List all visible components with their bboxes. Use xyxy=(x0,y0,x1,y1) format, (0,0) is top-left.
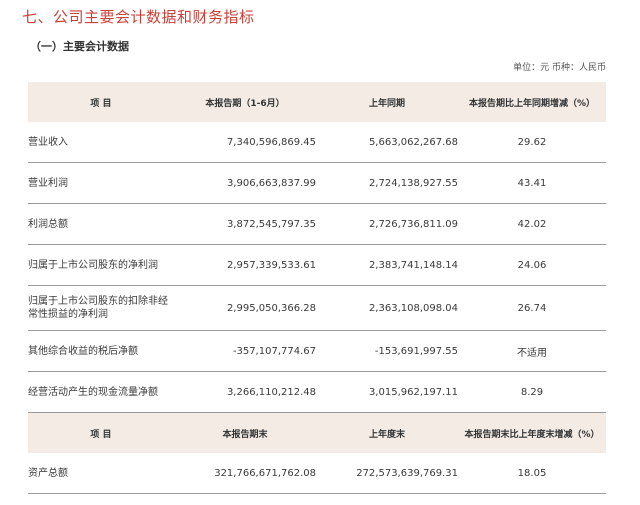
table-row: 利润总额 3,872,545,797.35 2,726,736,811.09 4… xyxy=(28,203,606,245)
change-value: 26.74 xyxy=(458,285,606,331)
change-value: 不适用 xyxy=(458,330,606,372)
prior-value: 2,724,138,927.55 xyxy=(316,162,458,204)
prior-value: 2,383,741,148.14 xyxy=(316,244,458,286)
change-value: 18.05 xyxy=(458,453,606,494)
header-prior-year-end: 上年度末 xyxy=(316,412,458,453)
table-row: 归属于上市公司股东的净利润 2,957,339,533.61 2,383,741… xyxy=(28,244,606,286)
table-header-row: 项 目 本报告期末 上年度末 本报告期末比上年度末增减（%） xyxy=(28,412,606,453)
row-label: 归属于上市公司股东的扣除非经常性损益的净利润 xyxy=(28,285,174,331)
unit-note: 单位：元 币种：人民币 xyxy=(513,63,606,73)
row-label: 营业收入 xyxy=(28,122,174,163)
current-value: 7,340,596,869.45 xyxy=(174,122,316,163)
table-header-row: 项 目 本报告期（1-6月） 上年同期 本报告期比上年同期增减（%） xyxy=(28,82,606,122)
header-prior-period: 上年同期 xyxy=(316,82,458,122)
current-value: 2,957,339,533.61 xyxy=(174,244,316,286)
sub-title: （一）主要会计数据 xyxy=(30,40,129,53)
current-value: -357,107,774.67 xyxy=(174,330,316,372)
header-change-pct: 本报告期比上年同期增减（%） xyxy=(458,82,606,122)
financial-data-table: 项 目 本报告期（1-6月） 上年同期 本报告期比上年同期增减（%） 营业收入 … xyxy=(28,82,606,494)
current-value: 3,872,545,797.35 xyxy=(174,203,316,245)
change-value: 42.02 xyxy=(458,203,606,245)
table-row: 资产总额 321,766,671,762.08 272,573,639,769.… xyxy=(28,453,606,494)
header-period-end: 本报告期末 xyxy=(174,412,316,453)
prior-value: 5,663,062,267.68 xyxy=(316,122,458,163)
current-value: 2,995,050,366.28 xyxy=(174,285,316,331)
row-label: 归属于上市公司股东的净利润 xyxy=(28,244,174,286)
prior-value: 2,363,108,098.04 xyxy=(316,285,458,331)
prior-year-end-value: 272,573,639,769.31 xyxy=(316,453,458,494)
row-label: 资产总额 xyxy=(28,453,174,494)
table-row: 其他综合收益的税后净额 -357,107,774.67 -153,691,997… xyxy=(28,330,606,372)
change-value: 29.62 xyxy=(458,122,606,163)
table-row: 营业收入 7,340,596,869.45 5,663,062,267.68 2… xyxy=(28,122,606,163)
current-value: 3,906,663,837.99 xyxy=(174,162,316,204)
row-label: 营业利润 xyxy=(28,162,174,204)
table-row: 归属于上市公司股东的扣除非经常性损益的净利润 2,995,050,366.28 … xyxy=(28,285,606,331)
current-value: 3,266,110,212.48 xyxy=(174,371,316,413)
prior-value: 2,726,736,811.09 xyxy=(316,203,458,245)
change-value: 24.06 xyxy=(458,244,606,286)
change-value: 43.41 xyxy=(458,162,606,204)
row-label: 利润总额 xyxy=(28,203,174,245)
header-current-period: 本报告期（1-6月） xyxy=(174,82,316,122)
section-title: 七、公司主要会计数据和财务指标 xyxy=(22,8,255,26)
prior-value: 3,015,962,197.11 xyxy=(316,371,458,413)
period-end-value: 321,766,671,762.08 xyxy=(174,453,316,494)
header-item: 项 目 xyxy=(28,82,174,122)
row-label: 其他综合收益的税后净额 xyxy=(28,330,174,372)
prior-value: -153,691,997.55 xyxy=(316,330,458,372)
change-value: 8.29 xyxy=(458,371,606,413)
header-item: 项 目 xyxy=(28,412,174,453)
row-label: 经营活动产生的现金流量净额 xyxy=(28,371,174,413)
header-change-pct: 本报告期末比上年度末增减（%） xyxy=(458,412,606,453)
table-row: 营业利润 3,906,663,837.99 2,724,138,927.55 4… xyxy=(28,162,606,204)
table-row: 经营活动产生的现金流量净额 3,266,110,212.48 3,015,962… xyxy=(28,371,606,413)
